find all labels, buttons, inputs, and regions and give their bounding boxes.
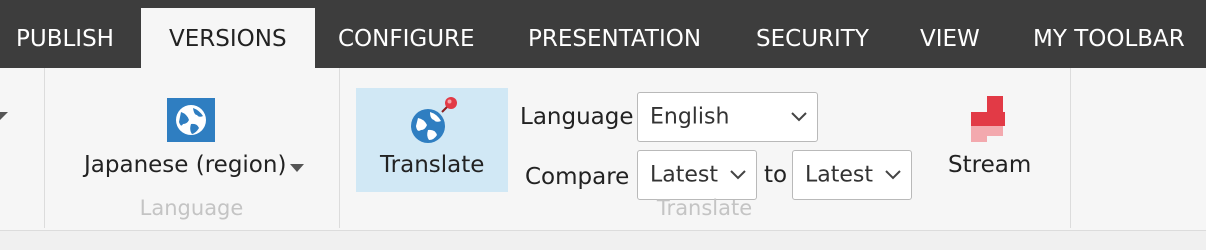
chevron-down-icon bbox=[730, 170, 746, 180]
chevron-down-icon bbox=[885, 170, 901, 180]
globe-translate-icon bbox=[411, 97, 457, 143]
tab-configure[interactable]: CONFIGURE bbox=[338, 8, 475, 68]
compare-label: Compare bbox=[525, 164, 630, 190]
tab-versions[interactable]: VERSIONS bbox=[141, 8, 315, 68]
tab-presentation[interactable]: PRESENTATION bbox=[528, 8, 701, 68]
compare-to-dropdown[interactable]: Latest bbox=[792, 150, 912, 200]
stream-button-label[interactable]: Stream bbox=[948, 152, 1031, 178]
caret-down-icon[interactable] bbox=[290, 164, 304, 172]
compare-from-dropdown[interactable]: Latest bbox=[637, 150, 757, 200]
compare-from-value: Latest bbox=[650, 162, 718, 188]
group-label-translate: Translate bbox=[656, 196, 753, 220]
language-dropdown[interactable]: English bbox=[637, 92, 818, 142]
caret-down-icon[interactable] bbox=[0, 112, 8, 122]
stream-icon bbox=[971, 96, 1005, 142]
language-dropdown-value: English bbox=[650, 104, 730, 130]
tab-security[interactable]: SECURITY bbox=[756, 8, 869, 68]
compare-to-value: Latest bbox=[805, 162, 873, 188]
ribbon-bottom-strip bbox=[0, 231, 1206, 250]
tab-my-toolbar[interactable]: MY TOOLBAR bbox=[1033, 8, 1185, 68]
to-label: to bbox=[764, 162, 788, 188]
globe-icon bbox=[167, 98, 215, 142]
language-selector-label[interactable]: Japanese (region) bbox=[84, 152, 286, 178]
tab-view[interactable]: VIEW bbox=[920, 8, 980, 68]
tab-publish[interactable]: PUBLISH bbox=[16, 8, 114, 68]
group-label-language: Language bbox=[139, 196, 244, 220]
translate-button-label[interactable]: Translate bbox=[380, 152, 484, 178]
chevron-down-icon bbox=[791, 112, 807, 122]
language-label: Language bbox=[520, 104, 634, 130]
group-separator bbox=[1070, 68, 1071, 228]
